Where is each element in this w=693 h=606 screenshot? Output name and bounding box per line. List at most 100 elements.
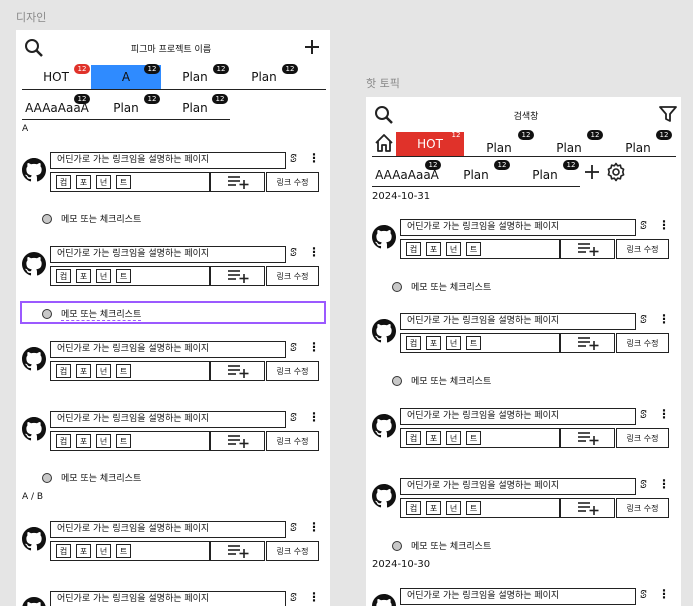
add-to-list-button[interactable] — [210, 361, 265, 381]
edit-link-button[interactable]: 링크 수정 — [266, 541, 319, 561]
tag[interactable]: 포 — [76, 364, 91, 378]
link-title[interactable]: 어딘가로 가는 링크임을 설명하는 페이지 — [50, 411, 286, 428]
tag[interactable]: 컴 — [56, 434, 71, 448]
edit-link-button[interactable]: 링크 수정 — [266, 172, 319, 192]
tag[interactable]: 트 — [466, 431, 481, 445]
pin-icon[interactable]: ꕷ — [640, 478, 647, 492]
checkbox[interactable] — [392, 281, 402, 292]
edit-link-button[interactable]: 링크 수정 — [266, 361, 319, 381]
more-icon[interactable]: ⋮ — [308, 591, 320, 603]
pin-icon[interactable]: ꕷ — [640, 219, 647, 233]
link-title[interactable]: 어딘가로 가는 링크임을 설명하는 페이지 — [50, 341, 286, 358]
memo-item[interactable]: 메모 또는 체크리스트 — [42, 471, 141, 484]
more-icon[interactable]: ⋮ — [658, 313, 670, 325]
add-tab-icon[interactable] — [584, 164, 600, 180]
link-card[interactable]: 어딘가로 가는 링크임을 설명하는 페이지 ꕷ ⋮ 컴 포 넌 트 링크 수정 — [372, 478, 672, 520]
link-card[interactable]: 어딘가로 가는 링크임을 설명하는 페이지 ꕷ ⋮ 컴 포 넌 트 링크 수정 — [372, 313, 672, 355]
tag[interactable]: 넌 — [446, 501, 461, 515]
tag[interactable]: 컴 — [56, 364, 71, 378]
tag[interactable]: 트 — [116, 434, 131, 448]
link-title[interactable]: 어딘가로 가는 링크임을 설명하는 페이지 — [50, 246, 286, 263]
tag[interactable]: 포 — [426, 431, 441, 445]
add-to-list-button[interactable] — [210, 266, 265, 286]
tag[interactable]: 포 — [426, 501, 441, 515]
checkbox[interactable] — [42, 472, 52, 483]
tag[interactable]: 포 — [426, 336, 441, 350]
more-icon[interactable]: ⋮ — [308, 152, 320, 164]
tag[interactable]: 컴 — [56, 544, 71, 558]
memo-item[interactable]: 메모 또는 체크리스트 — [392, 280, 491, 293]
tag[interactable]: 컴 — [406, 501, 421, 515]
memo-item[interactable]: 메모 또는 체크리스트 — [392, 539, 491, 552]
pin-icon[interactable]: ꕷ — [290, 341, 297, 355]
link-card[interactable]: 어딘가로 가는 링크임을 설명하는 페이지 ꕷ ⋮ 컴 포 넌 트 링크 수정 — [22, 246, 322, 288]
tag[interactable]: 컴 — [406, 431, 421, 445]
edit-link-button[interactable]: 링크 수정 — [616, 498, 669, 518]
add-to-list-button[interactable] — [560, 428, 615, 448]
pin-icon[interactable]: ꕷ — [640, 408, 647, 422]
add-to-list-button[interactable] — [210, 431, 265, 451]
add-to-list-button[interactable] — [560, 333, 615, 353]
link-card[interactable]: 어딘가로 가는 링크임을 설명하는 페이지 ꕷ ⋮ — [22, 591, 322, 606]
tag[interactable]: 포 — [76, 544, 91, 558]
filter-icon[interactable] — [659, 105, 677, 123]
settings-icon[interactable] — [606, 162, 626, 182]
more-icon[interactable]: ⋮ — [308, 521, 320, 533]
more-icon[interactable]: ⋮ — [658, 408, 670, 420]
checkbox[interactable] — [392, 375, 402, 386]
link-card[interactable]: 어딘가로 가는 링크임을 설명하는 페이지 ꕷ ⋮ — [372, 588, 672, 606]
edit-link-button[interactable]: 링크 수정 — [266, 431, 319, 451]
more-icon[interactable]: ⋮ — [658, 478, 670, 490]
link-card[interactable]: 어딘가로 가는 링크임을 설명하는 페이지 ꕷ ⋮ 컴 포 넌 트 링크 수정 — [22, 341, 322, 383]
checkbox[interactable] — [392, 540, 402, 551]
plus-icon[interactable] — [304, 39, 320, 55]
memo-item[interactable]: 메모 또는 체크리스트 — [42, 307, 142, 321]
home-icon[interactable] — [374, 133, 394, 153]
tag[interactable]: 트 — [466, 242, 481, 256]
tag[interactable]: 포 — [76, 434, 91, 448]
tag[interactable]: 포 — [76, 269, 91, 283]
tag[interactable]: 넌 — [96, 544, 111, 558]
edit-link-button[interactable]: 링크 수정 — [616, 239, 669, 259]
link-title[interactable]: 어딘가로 가는 링크임을 설명하는 페이지 — [50, 521, 286, 538]
link-card[interactable]: 어딘가로 가는 링크임을 설명하는 페이지 ꕷ ⋮ 컴 포 넌 트 링크 수정 — [22, 411, 322, 453]
link-title[interactable]: 어딘가로 가는 링크임을 설명하는 페이지 — [50, 152, 286, 169]
more-icon[interactable]: ⋮ — [658, 219, 670, 231]
tag[interactable]: 트 — [116, 175, 131, 189]
tag[interactable]: 트 — [466, 501, 481, 515]
pin-icon[interactable]: ꕷ — [640, 313, 647, 327]
pin-icon[interactable]: ꕷ — [290, 411, 297, 425]
checkbox[interactable] — [42, 213, 52, 224]
edit-link-button[interactable]: 링크 수정 — [616, 333, 669, 353]
link-card[interactable]: 어딘가로 가는 링크임을 설명하는 페이지 ꕷ ⋮ 컴 포 넌 트 링크 수정 — [372, 408, 672, 450]
link-card[interactable]: 어딘가로 가는 링크임을 설명하는 페이지 ꕷ ⋮ 컴 포 넌 트 링크 수정 — [372, 219, 672, 261]
tag[interactable]: 컴 — [406, 336, 421, 350]
pin-icon[interactable]: ꕷ — [290, 591, 297, 605]
link-title[interactable]: 어딘가로 가는 링크임을 설명하는 페이지 — [400, 478, 636, 495]
tag[interactable]: 컴 — [56, 175, 71, 189]
tag[interactable]: 컴 — [56, 269, 71, 283]
pin-icon[interactable]: ꕷ — [290, 246, 297, 260]
link-title[interactable]: 어딘가로 가는 링크임을 설명하는 페이지 — [400, 588, 636, 605]
tag[interactable]: 트 — [116, 269, 131, 283]
more-icon[interactable]: ⋮ — [308, 246, 320, 258]
tag[interactable]: 트 — [116, 364, 131, 378]
tag[interactable]: 넌 — [96, 364, 111, 378]
memo-item[interactable]: 메모 또는 체크리스트 — [42, 212, 141, 225]
tag[interactable]: 트 — [116, 544, 131, 558]
tag[interactable]: 넌 — [96, 269, 111, 283]
tag[interactable]: 넌 — [446, 336, 461, 350]
add-to-list-button[interactable] — [560, 498, 615, 518]
tag[interactable]: 컴 — [406, 242, 421, 256]
edit-link-button[interactable]: 링크 수정 — [266, 266, 319, 286]
tag[interactable]: 트 — [466, 336, 481, 350]
link-title[interactable]: 어딘가로 가는 링크임을 설명하는 페이지 — [400, 408, 636, 425]
add-to-list-button[interactable] — [210, 172, 265, 192]
add-to-list-button[interactable] — [560, 239, 615, 259]
tag[interactable]: 넌 — [96, 434, 111, 448]
tag[interactable]: 넌 — [446, 242, 461, 256]
link-card[interactable]: 어딘가로 가는 링크임을 설명하는 페이지 ꕷ ⋮ 컴 포 넌 트 링크 수정 — [22, 521, 322, 563]
link-title[interactable]: 어딘가로 가는 링크임을 설명하는 페이지 — [400, 219, 636, 236]
search-box-label[interactable]: 검색창 — [476, 109, 576, 122]
more-icon[interactable]: ⋮ — [308, 411, 320, 423]
